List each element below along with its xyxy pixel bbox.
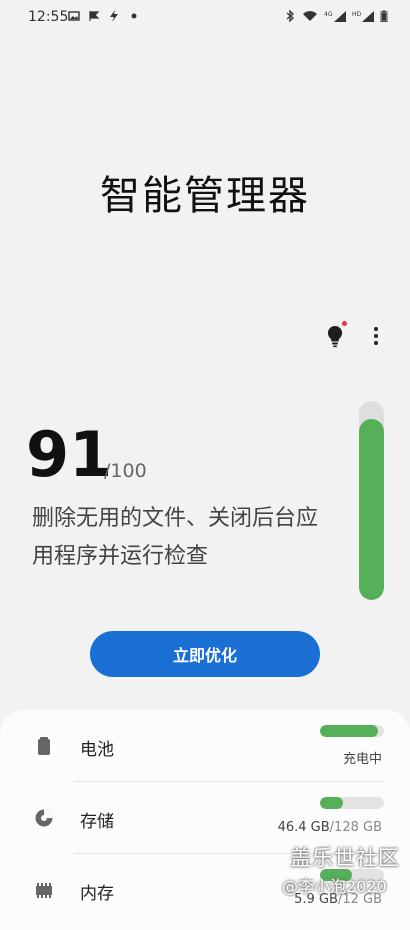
notification-dot (342, 321, 347, 326)
image-icon (68, 11, 80, 21)
device-care-score: 91 (26, 418, 113, 491)
storage-bar (320, 797, 384, 809)
signal-4g-icon: 4G (324, 11, 346, 22)
battery-bar-fill (320, 725, 378, 737)
dot-icon (131, 13, 137, 19)
flag-icon (89, 11, 100, 21)
memory-chip-icon (36, 883, 52, 898)
community-watermark: 盖乐世社区 (290, 846, 400, 870)
svg-text:4G: 4G (324, 11, 333, 18)
optimize-now-button[interactable]: 立即优化 (90, 631, 320, 677)
more-options-button[interactable] (366, 323, 386, 349)
svg-text:HD: HD (352, 11, 362, 18)
author-watermark: @李小泡2020 (282, 877, 387, 896)
more-vert-icon (374, 327, 378, 345)
page-title: 智能管理器 (100, 173, 310, 219)
status-right-icons: 4G HD (284, 10, 388, 22)
battery-label: 电池 (80, 740, 114, 760)
signal-hd-icon: HD (352, 11, 374, 22)
score-max-label: /100 (104, 460, 147, 482)
storage-pie-icon (35, 809, 53, 827)
wifi-icon (303, 11, 317, 21)
tips-button[interactable] (322, 323, 348, 349)
lightbulb-icon (327, 325, 343, 348)
status-time: 12:55 (28, 9, 69, 25)
battery-status: 充电中 (342, 752, 382, 767)
battery-icon (38, 737, 50, 755)
flash-icon (110, 10, 118, 22)
storage-usage: 46.4 GB/128 GB (277, 820, 382, 835)
score-description: 删除无用的文件、关闭后台应用程序并运行检查 (32, 506, 319, 569)
score-gauge (359, 401, 384, 600)
storage-label: 存储 (80, 812, 114, 832)
memory-label: 内存 (80, 884, 114, 904)
status-bar: 12:55 4G HD (0, 0, 410, 34)
storage-bar-fill (320, 797, 344, 809)
battery-bar (320, 725, 384, 737)
score-gauge-fill (359, 418, 384, 600)
battery-item[interactable]: 电池 充电中 (0, 710, 410, 782)
device-care-items-panel: 电池 充电中 存储 46.4 GB/128 GB 内存 5.9 GB/12 GB (0, 710, 410, 930)
bluetooth-icon (286, 10, 294, 22)
battery-icon (380, 10, 388, 22)
status-left-icons (68, 10, 140, 22)
